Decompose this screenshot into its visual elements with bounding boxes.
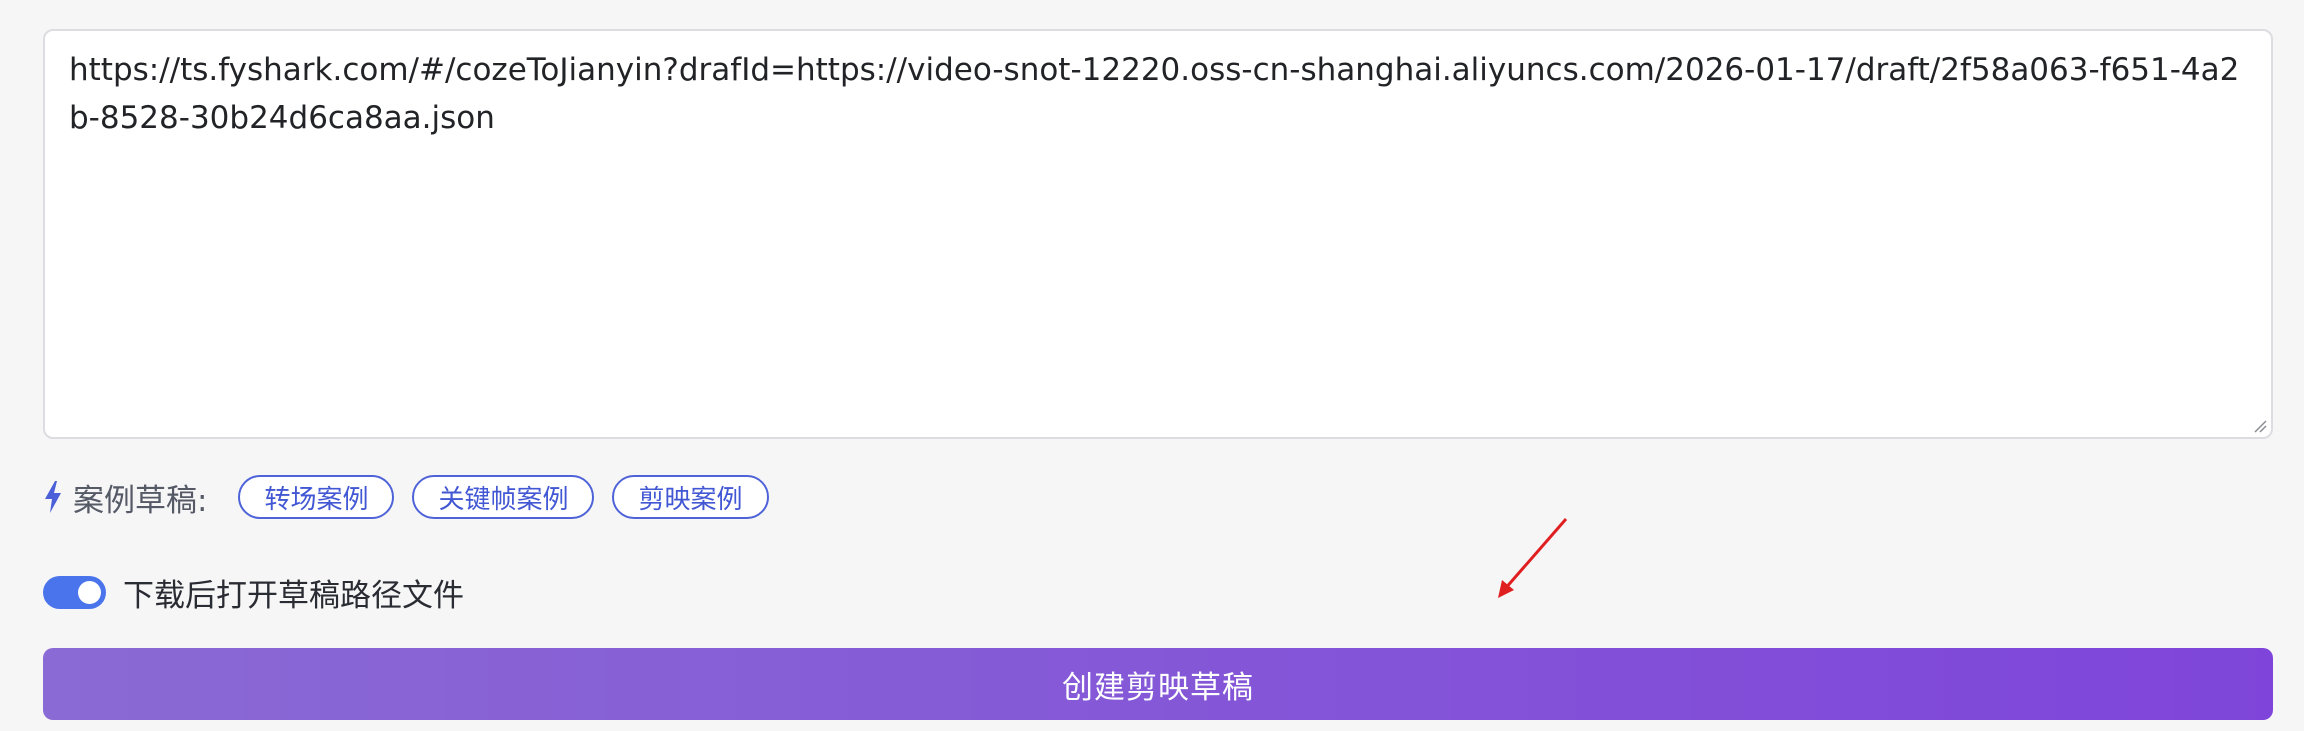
toggle-knob	[78, 580, 101, 604]
create-draft-button[interactable]: 创建剪映草稿	[43, 648, 2273, 720]
create-draft-button-label: 创建剪映草稿	[1062, 669, 1254, 706]
draft-url-textarea[interactable]: https://ts.fyshark.com/#/cozeToJianyin?d…	[43, 29, 2273, 439]
open-after-download-toggle[interactable]	[43, 575, 106, 609]
example-chip-keyframe[interactable]: 关键帧案例	[412, 475, 595, 519]
example-chip-label: 剪映案例	[638, 484, 743, 515]
example-drafts-label: 案例草稿:	[73, 482, 208, 519]
bolt-icon	[43, 480, 63, 514]
open-after-download-row: 下载后打开草稿路径文件	[43, 567, 464, 617]
open-after-download-label: 下载后打开草稿路径文件	[123, 577, 464, 614]
example-chip-label: 关键帧案例	[438, 484, 569, 515]
draft-url-text: https://ts.fyshark.com/#/cozeToJianyin?d…	[69, 52, 2240, 136]
example-chip-label: 转场案例	[264, 484, 369, 515]
example-chip-jianying[interactable]: 剪映案例	[612, 475, 769, 519]
resize-handle-icon[interactable]	[2251, 417, 2267, 433]
red-arrow-icon	[1498, 518, 1568, 598]
example-drafts-row: 案例草稿: 转场案例 关键帧案例 剪映案例	[43, 472, 787, 522]
example-chip-transition[interactable]: 转场案例	[238, 475, 395, 519]
page: https://ts.fyshark.com/#/cozeToJianyin?d…	[0, 0, 2304, 731]
